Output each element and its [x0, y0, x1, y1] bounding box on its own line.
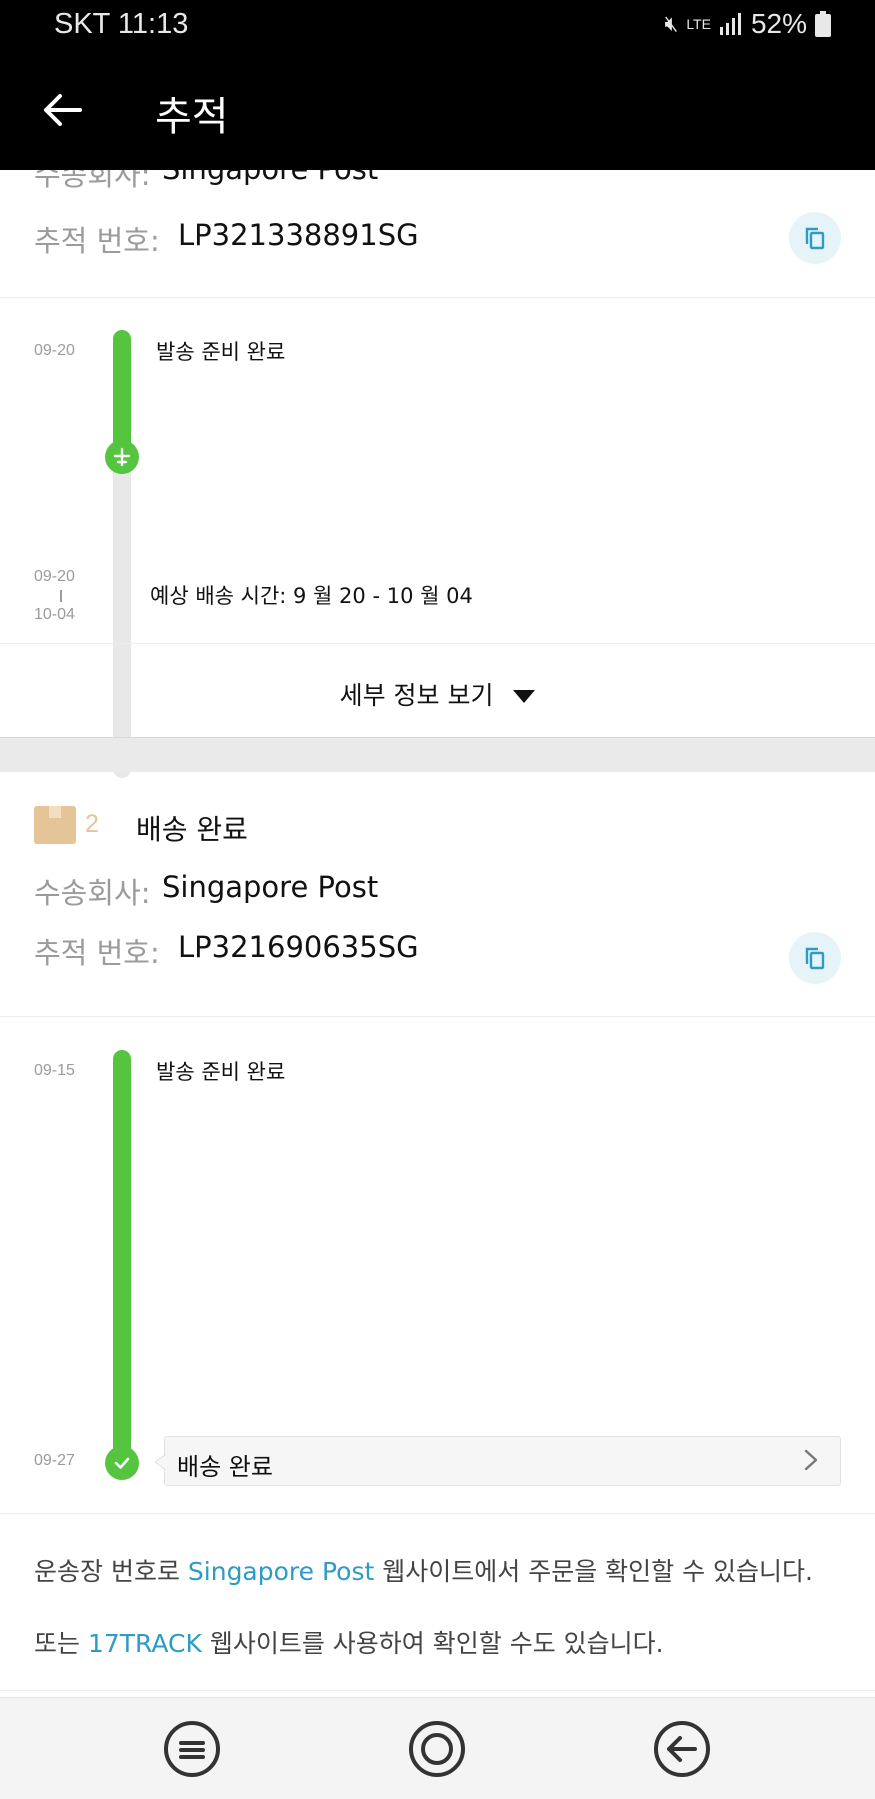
app-bar: 추적 — [0, 52, 875, 170]
signal-icon — [719, 13, 741, 35]
battery-icon — [815, 11, 831, 37]
eta-date-separator — [60, 590, 62, 602]
note-text: 웹사이트에서 주문을 확인할 수 있습니다. — [374, 1557, 813, 1586]
eta-date-start: 09-20 — [34, 568, 75, 585]
shipment-status-title: 배송 완료 — [136, 813, 248, 846]
event-card[interactable]: 배송 완료 — [155, 1436, 841, 1486]
system-nav-bar — [0, 1697, 875, 1799]
tracking-content[interactable]: 수송회사: Singapore Post 추적 번호: LP321338891S… — [0, 170, 875, 1697]
carrier-name: Singapore Post — [162, 870, 379, 904]
network-label: LTE — [686, 16, 711, 32]
back-arrow-icon[interactable] — [40, 88, 84, 132]
event-text: 발송 준비 완료 — [156, 340, 286, 364]
recents-icon[interactable] — [163, 1720, 221, 1778]
copy-icon — [805, 227, 825, 250]
17track-note: 또는 17TRACK 웹사이트를 사용하여 확인할 수도 있습니다. — [34, 1624, 664, 1660]
carrier-label: 수송회사: — [34, 876, 151, 910]
shipment-index: 2 — [85, 810, 99, 838]
divider — [0, 1513, 875, 1514]
eta-date-end: 10-04 — [34, 606, 75, 623]
details-toggle-button[interactable]: 세부 정보 보기 — [0, 676, 875, 712]
check-icon — [114, 1457, 130, 1469]
delivered-node — [105, 1446, 139, 1480]
in-transit-node — [105, 440, 139, 474]
divider — [0, 643, 875, 644]
note-text: 웹사이트를 사용하여 확인할 수도 있습니다. — [201, 1629, 664, 1658]
carrier-site-note: 운송장 번호로 Singapore Post 웹사이트에서 주문을 확인할 수 … — [34, 1552, 813, 1588]
divider — [0, 1690, 875, 1691]
event-date: 09-20 — [34, 342, 75, 359]
event-date: 09-15 — [34, 1062, 75, 1079]
tracking-label: 추적 번호: — [34, 936, 160, 970]
plane-icon — [113, 447, 131, 467]
back-icon[interactable] — [653, 1720, 711, 1778]
carrier-label: 수송회사: — [34, 170, 151, 192]
tracking-number[interactable]: LP321338891SG — [178, 218, 419, 252]
event-date: 09-27 — [34, 1452, 75, 1469]
note-text: 운송장 번호로 — [34, 1557, 188, 1586]
home-icon[interactable] — [408, 1720, 466, 1778]
divider — [0, 1016, 875, 1017]
battery-level: 52% — [750, 8, 807, 39]
timeline-progress — [113, 1050, 131, 1460]
eta-text: 예상 배송 시간: 9 월 20 - 10 월 04 — [150, 584, 473, 608]
tracking-number[interactable]: LP321690635SG — [178, 930, 419, 964]
event-text: 배송 완료 — [177, 1453, 273, 1481]
details-label: 세부 정보 보기 — [339, 681, 494, 710]
timeline-progress — [113, 330, 131, 454]
copy-button[interactable] — [789, 212, 841, 264]
tracking-label: 추적 번호: — [34, 224, 160, 258]
box-icon — [34, 806, 76, 844]
divider — [0, 297, 875, 298]
mute-icon: 🔇︎ — [664, 11, 679, 36]
caret-down-icon — [513, 690, 536, 703]
status-bar: SKT 11:13 🔇︎ LTE 52% — [0, 0, 875, 52]
page-title: 추적 — [155, 94, 229, 140]
section-separator — [0, 738, 875, 772]
event-text: 발송 준비 완료 — [156, 1060, 286, 1084]
carrier-time: SKT 11:13 — [54, 8, 189, 40]
carrier-site-link[interactable]: Singapore Post — [188, 1557, 374, 1586]
note-text: 또는 — [34, 1629, 88, 1658]
card-pointer — [155, 1454, 166, 1470]
status-icons: 🔇︎ LTE 52% — [664, 8, 831, 40]
copy-icon — [805, 947, 825, 970]
chevron-right-icon — [804, 1449, 818, 1471]
copy-button[interactable] — [789, 932, 841, 984]
carrier-name: Singapore Post — [162, 170, 378, 186]
17track-link[interactable]: 17TRACK — [88, 1629, 202, 1658]
